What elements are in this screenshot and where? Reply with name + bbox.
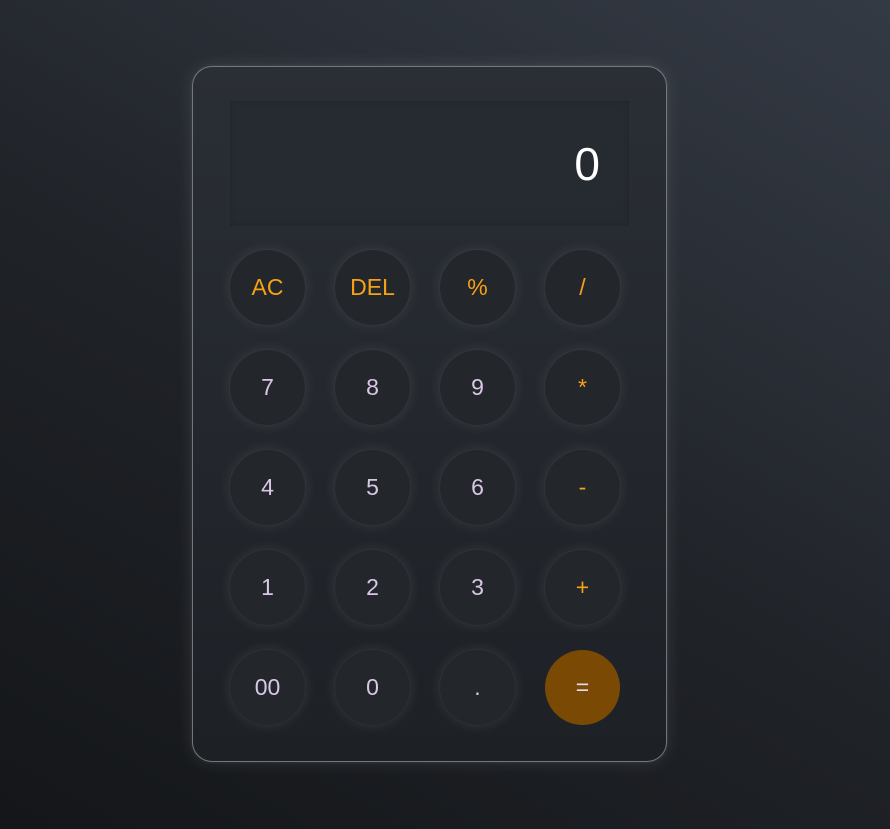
digit-0-button[interactable]: 0 [335,650,410,725]
display-panel: 0 [230,101,629,226]
delete-button[interactable]: DEL [335,250,410,325]
clear-button[interactable]: AC [230,250,305,325]
digit-2-button[interactable]: 2 [335,550,410,625]
digit-4-button[interactable]: 4 [230,450,305,525]
percent-button[interactable]: % [440,250,515,325]
digit-6-button[interactable]: 6 [440,450,515,525]
decimal-button[interactable]: . [440,650,515,725]
digit-3-button[interactable]: 3 [440,550,515,625]
equals-button[interactable]: = [545,650,620,725]
digit-5-button[interactable]: 5 [335,450,410,525]
add-button[interactable]: + [545,550,620,625]
digit-1-button[interactable]: 1 [230,550,305,625]
calculator: 0 AC DEL % / 7 8 9 * 4 5 6 - 1 2 3 + 00 … [192,66,667,762]
display-value: 0 [574,137,600,190]
divide-button[interactable]: / [545,250,620,325]
digit-7-button[interactable]: 7 [230,350,305,425]
double-zero-button[interactable]: 00 [230,650,305,725]
keypad: AC DEL % / 7 8 9 * 4 5 6 - 1 2 3 + 00 0 … [230,250,620,725]
digit-9-button[interactable]: 9 [440,350,515,425]
digit-8-button[interactable]: 8 [335,350,410,425]
subtract-button[interactable]: - [545,450,620,525]
multiply-button[interactable]: * [545,350,620,425]
